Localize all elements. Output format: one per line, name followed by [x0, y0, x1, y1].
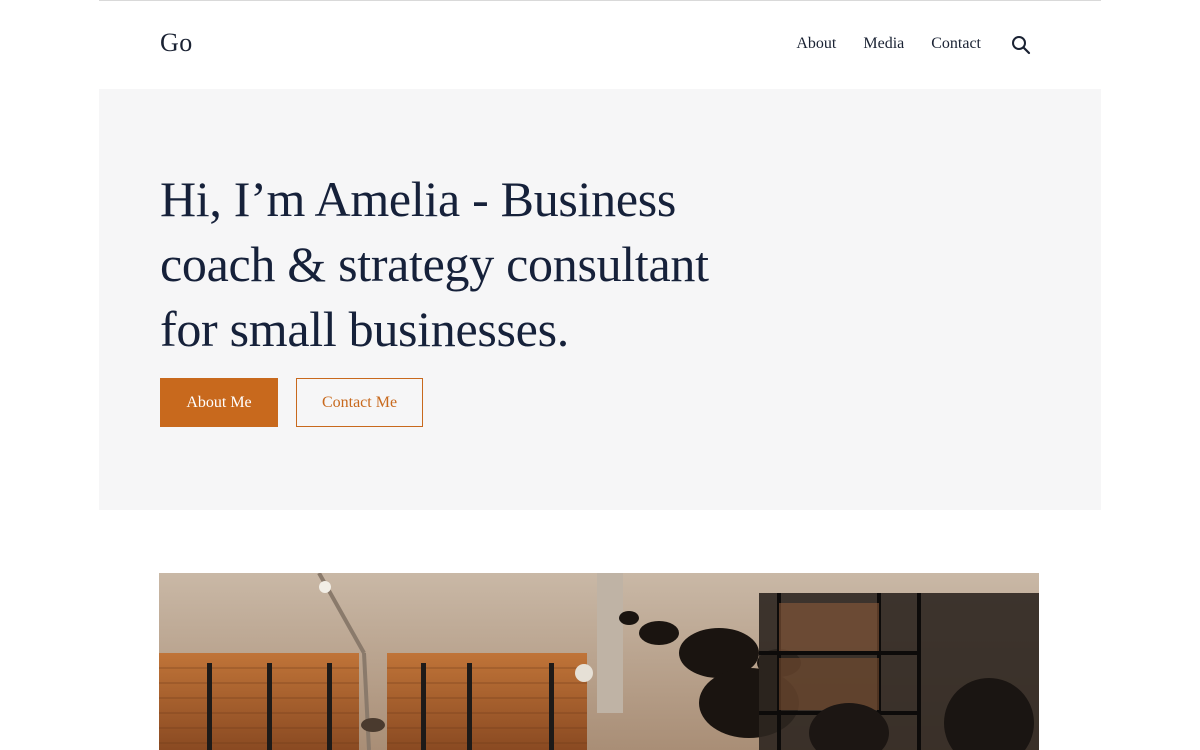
about-me-button[interactable]: About Me	[160, 378, 278, 427]
site-header: Go About Media Contact	[99, 1, 1101, 89]
main-nav: About Media Contact	[796, 34, 1031, 55]
contact-me-button[interactable]: Contact Me	[296, 378, 423, 427]
hero-section: Hi, I’m Amelia - Business coach & strate…	[99, 89, 1101, 510]
hero-heading-line-3: for small businesses.	[160, 301, 569, 357]
search-icon[interactable]	[1011, 35, 1031, 55]
nav-item-about[interactable]: About	[796, 35, 836, 53]
nav-item-contact[interactable]: Contact	[931, 35, 981, 53]
page-frame: Go About Media Contact Hi, I’m Amelia - …	[99, 0, 1101, 750]
hero-heading-line-1: Hi, I’m Amelia - Business	[160, 171, 677, 227]
hero-heading-line-2: coach & strategy consultant	[160, 236, 709, 292]
hero-heading: Hi, I’m Amelia - Business coach & strate…	[160, 167, 760, 362]
nav-item-media[interactable]: Media	[863, 35, 904, 53]
site-logo[interactable]: Go	[160, 28, 193, 58]
featured-image	[159, 573, 1039, 750]
